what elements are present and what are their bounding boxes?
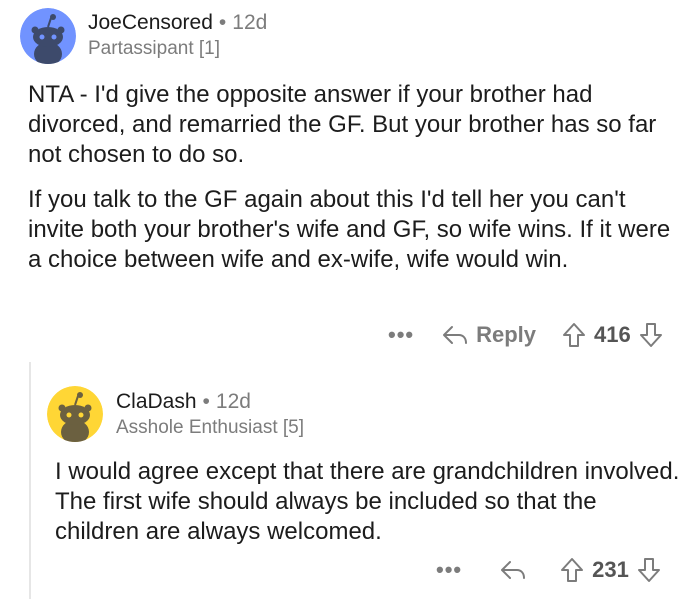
downvote-icon[interactable]: [639, 322, 663, 348]
reply-button[interactable]: [500, 559, 534, 581]
more-options-button[interactable]: •••: [388, 324, 414, 346]
vote-controls: 416: [562, 322, 663, 348]
upvote-icon[interactable]: [562, 322, 586, 348]
reply-button[interactable]: Reply: [442, 322, 536, 348]
comment-header: JoeCensored • 12d: [88, 11, 267, 35]
user-flair: Asshole Enthusiast [5]: [116, 417, 304, 438]
comment-actions: ••• Reply 416: [388, 322, 663, 348]
vote-score: 231: [592, 557, 629, 582]
comment-age: 12d: [232, 11, 268, 34]
comment-actions: ••• 231: [436, 557, 661, 583]
upvote-icon[interactable]: [560, 557, 584, 583]
reply-arrow-icon: [501, 561, 526, 579]
reply-label: Reply: [476, 322, 537, 347]
vote-score: 416: [594, 322, 631, 347]
snoo-avatar-icon: [20, 8, 76, 64]
comment-body: NTA - I'd give the opposite answer if yo…: [28, 80, 678, 290]
comment-paragraph: If you talk to the GF again about this I…: [28, 186, 671, 273]
avatar[interactable]: [47, 386, 103, 442]
comment-paragraph: I would agree except that there are gran…: [55, 458, 680, 545]
vote-controls: 231: [560, 557, 661, 583]
user-flair: Partassipant [1]: [88, 38, 221, 59]
reply-arrow-icon: [443, 326, 468, 344]
more-options-button[interactable]: •••: [436, 559, 462, 581]
avatar[interactable]: [20, 8, 76, 64]
thread-line[interactable]: [29, 362, 31, 599]
separator-dot: •: [218, 11, 227, 34]
author-name[interactable]: JoeCensored: [88, 11, 213, 34]
comment-body: I would agree except that there are gran…: [55, 457, 680, 562]
snoo-avatar-icon: [47, 386, 103, 442]
comment-header: ClaDash • 12d: [116, 390, 251, 414]
separator-dot: •: [202, 390, 210, 413]
comment-age: 12d: [215, 390, 251, 413]
comment-paragraph: NTA - I'd give the opposite answer if yo…: [28, 81, 657, 168]
author-name[interactable]: ClaDash: [116, 390, 197, 413]
downvote-icon[interactable]: [637, 557, 661, 583]
